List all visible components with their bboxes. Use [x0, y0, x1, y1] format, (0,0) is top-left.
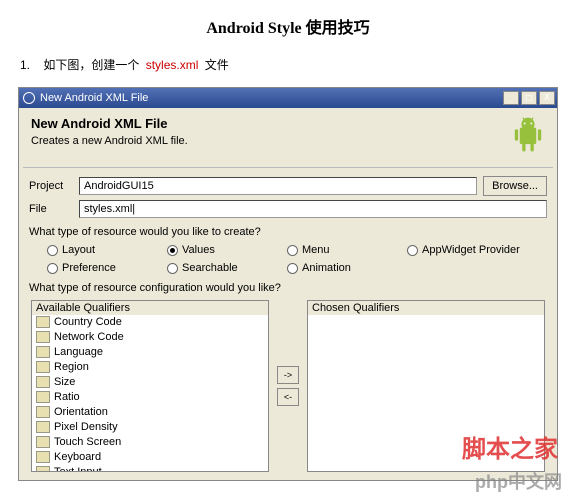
step-text: 1. 如下图，创建一个 styles.xml 文件 [0, 56, 576, 87]
qualifier-item[interactable]: Orientation [32, 405, 268, 420]
qualifier-icon [36, 346, 50, 358]
qualifier-item[interactable]: Ratio [32, 390, 268, 405]
dialog-subtitle: Creates a new Android XML file. [31, 135, 188, 147]
qualifier-label: Orientation [54, 406, 108, 418]
titlebar: New Android XML File _ □ X [19, 88, 557, 108]
qualifier-label: Country Code [54, 316, 122, 328]
radio-icon [47, 263, 58, 274]
qualifier-label: Size [54, 376, 75, 388]
qualifier-icon [36, 406, 50, 418]
radio-appwidget-provider[interactable]: AppWidget Provider [407, 244, 547, 256]
qualifier-label: Keyboard [54, 451, 101, 463]
available-qualifiers-header: Available Qualifiers [31, 300, 269, 315]
watermark-php: php中文网 [475, 468, 562, 494]
dialog-window: New Android XML File _ □ X New Android X… [18, 87, 558, 481]
move-right-button[interactable]: -> [277, 366, 299, 384]
radio-label: Layout [62, 244, 95, 256]
radio-label: Animation [302, 262, 351, 274]
resource-type-question: What type of resource would you like to … [29, 226, 547, 238]
available-qualifiers-box: Available Qualifiers Country Code Network… [31, 300, 269, 472]
qualifier-icon [36, 466, 50, 471]
qualifier-label: Region [54, 361, 89, 373]
qualifier-label: Text Input [54, 466, 102, 471]
app-icon [23, 92, 35, 104]
qualifier-label: Network Code [54, 331, 124, 343]
radio-icon [407, 245, 418, 256]
qualifier-item[interactable]: Language [32, 345, 268, 360]
radio-label: Searchable [182, 262, 238, 274]
qualifier-item[interactable]: Size [32, 375, 268, 390]
minimize-button[interactable]: _ [503, 91, 519, 105]
page-title: Android Style 使用技巧 [0, 0, 576, 56]
qualifier-item[interactable]: Network Code [32, 330, 268, 345]
move-left-button[interactable]: <- [277, 388, 299, 406]
project-label: Project [29, 180, 73, 192]
qualifier-icon [36, 361, 50, 373]
resource-type-radios: Layout Values Menu AppWidget Provider Prefer… [29, 244, 547, 274]
qualifier-label: Ratio [54, 391, 80, 403]
qualifier-label: Language [54, 346, 103, 358]
radio-label: AppWidget Provider [422, 244, 520, 256]
radio-icon [287, 263, 298, 274]
qualifier-item[interactable]: Text Input [32, 465, 268, 471]
radio-icon [47, 245, 58, 256]
qualifier-label: Touch Screen [54, 436, 121, 448]
qualifier-item[interactable]: Pixel Density [32, 420, 268, 435]
titlebar-text: New Android XML File [40, 92, 503, 104]
radio-preference[interactable]: Preference [47, 262, 167, 274]
step-after: 文件 [205, 58, 229, 72]
close-button[interactable]: X [539, 91, 555, 105]
qualifier-item[interactable]: Country Code [32, 315, 268, 330]
watermark-jiaoben: 脚本之家 [462, 429, 558, 464]
chosen-qualifiers-header: Chosen Qualifiers [307, 300, 545, 315]
qualifier-icon [36, 376, 50, 388]
radio-icon [167, 245, 178, 256]
radio-layout[interactable]: Layout [47, 244, 167, 256]
qualifier-item[interactable]: Keyboard [32, 450, 268, 465]
resource-config-question: What type of resource configuration woul… [29, 282, 547, 294]
qualifier-icon [36, 451, 50, 463]
qualifier-label: Pixel Density [54, 421, 118, 433]
window-controls: _ □ X [503, 91, 555, 105]
qualifier-item[interactable]: Region [32, 360, 268, 375]
step-before: 如下图，创建一个 [43, 58, 139, 72]
maximize-button[interactable]: □ [521, 91, 537, 105]
qualifier-icon [36, 331, 50, 343]
radio-animation[interactable]: Animation [287, 262, 407, 274]
qualifier-icon [36, 436, 50, 448]
radio-icon [167, 263, 178, 274]
dialog-title: New Android XML File [31, 116, 188, 131]
radio-values[interactable]: Values [167, 244, 287, 256]
available-qualifiers-list[interactable]: Country Code Network Code Language Region Si… [32, 315, 268, 471]
browse-button[interactable]: Browse... [483, 176, 547, 196]
step-number: 1. [20, 58, 30, 72]
step-filename: styles.xml [146, 58, 199, 72]
qualifier-icon [36, 316, 50, 328]
file-input[interactable] [79, 200, 547, 218]
qualifier-item[interactable]: Touch Screen [32, 435, 268, 450]
radio-label: Menu [302, 244, 330, 256]
project-input[interactable] [79, 177, 477, 195]
radio-menu[interactable]: Menu [287, 244, 407, 256]
file-label: File [29, 203, 73, 215]
radio-label: Values [182, 244, 215, 256]
dialog-header: New Android XML File Creates a new Andro… [19, 108, 557, 167]
qualifier-icon [36, 391, 50, 403]
qualifier-icon [36, 421, 50, 433]
android-icon [511, 116, 545, 157]
radio-label: Preference [62, 262, 116, 274]
radio-icon [287, 245, 298, 256]
radio-searchable[interactable]: Searchable [167, 262, 287, 274]
